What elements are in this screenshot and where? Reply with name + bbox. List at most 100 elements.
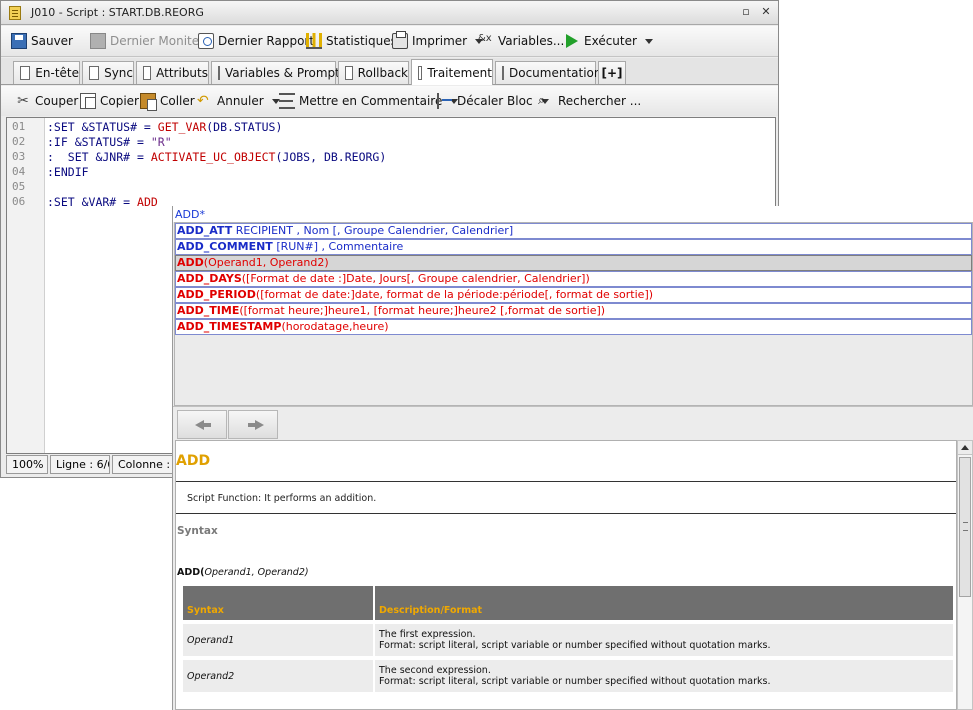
cut-button[interactable]: ✂ Couper (15, 86, 78, 116)
arrow-left-icon (195, 420, 211, 430)
indent-icon (437, 93, 453, 109)
code-line[interactable]: : SET &JNR# = ACTIVATE_UC_OBJECT(JOBS, D… (47, 150, 386, 164)
restore-icon[interactable]: ▫ (739, 5, 753, 19)
autocomplete-query[interactable]: ADD* (173, 206, 973, 222)
autocomplete-item[interactable]: ADD_DAYS([Format de date :]Date, Jours[,… (175, 271, 972, 287)
code-line[interactable]: :IF &STATUS# = "R" (47, 135, 172, 149)
execute-dropdown-icon[interactable] (644, 38, 653, 44)
function-signature: (Operand1, Operand2) (203, 256, 329, 269)
variables-icon: &x (478, 33, 492, 44)
tab-variables-prompts[interactable]: Variables & Prompts (211, 61, 346, 84)
parameter-table: Syntax Description/Format Operand1 The f… (181, 582, 955, 696)
param-desc-line: The first expression. (379, 629, 476, 640)
doc-prototype: ADD(Operand1, Operand2) (177, 567, 309, 578)
function-signature: ([Format de date :]Date, Jours[, Groupe … (241, 272, 590, 285)
close-icon[interactable]: ✕ (759, 5, 773, 19)
paste-button[interactable]: Coller (140, 86, 195, 116)
copy-label: Copier (100, 94, 139, 108)
code-line[interactable]: :SET &VAR# = ADD (47, 195, 158, 209)
tab-add[interactable]: [+] (598, 61, 626, 84)
function-name: ADD_DAYS (177, 272, 242, 285)
line-number: 01 (12, 120, 26, 133)
autocomplete-item[interactable]: ADD_ATT RECIPIENT , Nom [, Groupe Calend… (175, 223, 972, 239)
tab-label: Sync (104, 66, 133, 80)
tab-rollback[interactable]: Rollback (338, 61, 409, 84)
back-button[interactable] (177, 410, 227, 439)
autocomplete-item[interactable]: ADD_PERIOD([format de date:]date, format… (175, 287, 972, 303)
string-token: "R" (150, 135, 172, 149)
proto-args: Operand1, Operand2) (204, 567, 309, 578)
function-name: ADD (177, 256, 204, 269)
code-token: :ENDIF (47, 165, 89, 179)
header-icon (20, 66, 31, 80)
function-name: ADD_ATT (177, 224, 233, 237)
script-icon (9, 6, 21, 20)
function-token: ADD (137, 195, 158, 209)
autocomplete-item[interactable]: ADD_TIME([format heure;]heure1, [format … (175, 303, 972, 319)
scroll-thumb[interactable] (959, 457, 971, 597)
print-label: Imprimer (412, 34, 468, 48)
tab-attributes[interactable]: Attributs (136, 61, 209, 84)
tab-documentation[interactable]: Documentation (495, 61, 602, 84)
documentation-icon (502, 66, 504, 80)
tab-processing[interactable]: Traitement (411, 59, 493, 85)
param-description: The first expression. Format: script lite… (375, 624, 953, 656)
copy-button[interactable]: Copier (80, 86, 139, 116)
execute-button[interactable]: Exécuter (566, 26, 653, 56)
line-number: 02 (12, 135, 26, 148)
code-token: (JOBS, DB.REORG) (275, 150, 387, 164)
arrow-right-icon (248, 420, 264, 430)
statistics-button[interactable]: Statistiques (306, 26, 397, 56)
tab-label: Variables & Prompts (225, 66, 347, 80)
tab-sync[interactable]: Sync (82, 61, 134, 84)
variables-button[interactable]: &x Variables... (478, 26, 564, 56)
table-header: Description/Format (375, 586, 953, 620)
clipboard-icon (140, 93, 157, 111)
function-token: ACTIVATE_UC_OBJECT (150, 150, 276, 164)
binoculars-icon: ⌕ (538, 93, 546, 108)
doc-syntax-heading: Syntax (177, 525, 218, 537)
help-navigation (173, 406, 973, 440)
table-header: Syntax (183, 586, 373, 620)
scroll-up-icon[interactable] (958, 441, 972, 455)
sync-icon (89, 66, 100, 80)
autocomplete-item[interactable]: ADD_TIMESTAMP(horodatage,heure) (175, 319, 972, 335)
variables-tab-icon (218, 66, 220, 80)
doc-scrollbar[interactable] (957, 440, 973, 710)
main-toolbar: Sauver Dernier Moniteur Dernier Rapport … (1, 26, 778, 57)
autocomplete-item[interactable]: ADD(Operand1, Operand2) (175, 255, 972, 271)
comment-button[interactable]: Mettre en Commentaire (279, 86, 459, 116)
line-number: 04 (12, 165, 26, 178)
title-bar[interactable]: J010 - Script : START.DB.REORG ▫ ✕ (1, 1, 778, 25)
undo-button[interactable]: ↶ Annuler (197, 86, 280, 116)
autocomplete-list: ADD_ATT RECIPIENT , Nom [, Groupe Calend… (174, 222, 973, 406)
autocomplete-item[interactable]: ADD_COMMENT [RUN#] , Commentaire (175, 239, 972, 255)
variables-label: Variables... (498, 34, 565, 48)
code-token: (DB.STATUS) (206, 120, 283, 134)
scissors-icon: ✂ (17, 93, 29, 109)
rollback-icon (345, 66, 353, 80)
function-signature: RECIPIENT , Nom [, Groupe Calendrier, Ca… (232, 224, 514, 237)
tab-label: Rollback (357, 66, 408, 80)
edit-toolbar: ✂ Couper Copier Coller ↶ Annuler Mettre … (1, 86, 778, 116)
column-status: Colonne : 1 (112, 455, 176, 474)
last-report-button[interactable]: Dernier Rapport (198, 26, 314, 56)
print-button[interactable]: Imprimer (392, 26, 484, 56)
function-name: ADD_TIMESTAMP (177, 320, 282, 333)
line-status: Ligne : 6/6 (50, 455, 110, 474)
function-token: GET_VAR (157, 120, 207, 134)
search-button[interactable]: ⌕ Rechercher ... (538, 86, 641, 116)
tab-header[interactable]: En-tête (13, 61, 80, 84)
save-button[interactable]: Sauver (11, 26, 73, 56)
doc-title: ADD (176, 453, 211, 469)
code-line[interactable]: :ENDIF (47, 165, 89, 179)
code-token: :SET &VAR# = (47, 195, 138, 209)
shift-block-button[interactable]: Décaler Bloc (437, 86, 549, 116)
function-name: ADD_COMMENT (177, 240, 273, 253)
line-number: 06 (12, 195, 26, 208)
code-line[interactable]: :SET &STATUS# = GET_VAR(DB.STATUS) (47, 120, 282, 134)
copy-icon (80, 93, 96, 109)
autocomplete-popup: ADD* ADD_ATT RECIPIENT , Nom [, Groupe C… (172, 206, 973, 710)
last-monitor-button[interactable]: Dernier Moniteur (90, 26, 212, 56)
forward-button[interactable] (228, 410, 278, 439)
